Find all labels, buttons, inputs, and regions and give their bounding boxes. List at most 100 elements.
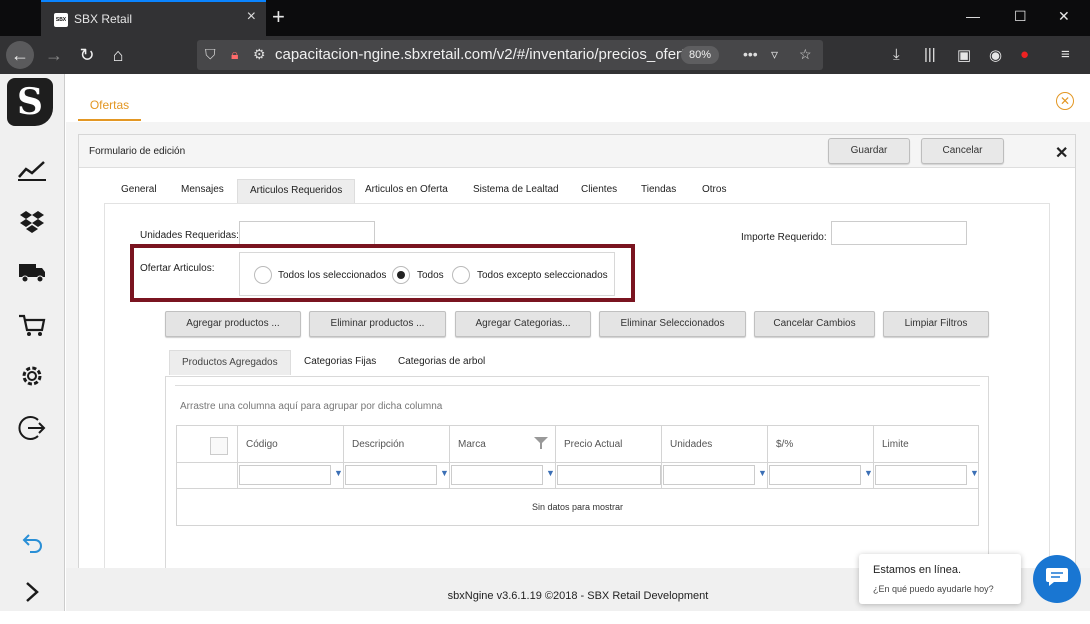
- browser-tab-title: SBX Retail: [74, 12, 133, 26]
- filter-input-unidades[interactable]: [663, 465, 755, 485]
- filter-input-limite[interactable]: [875, 465, 967, 485]
- select-all-checkbox[interactable]: [210, 437, 228, 455]
- settings-gear-icon[interactable]: [16, 360, 48, 392]
- column-header-unidades[interactable]: Unidades: [661, 426, 767, 462]
- delivery-truck-icon[interactable]: [16, 256, 48, 288]
- insecure-lock-icon[interactable]: 🔒︎: [231, 46, 238, 63]
- remove-selected-button[interactable]: Eliminar Seleccionados: [599, 311, 746, 337]
- undo-arrow-icon[interactable]: [16, 528, 48, 560]
- tab-articulos-en-oferta[interactable]: Articulos en Oferta: [365, 179, 448, 203]
- tab-general[interactable]: General: [121, 179, 157, 203]
- filter-icon[interactable]: ▼: [970, 468, 979, 478]
- chat-popup[interactable]: Estamos en línea. ¿En qué puedo ayudarle…: [859, 554, 1021, 604]
- filter-funnel-icon[interactable]: [534, 437, 548, 452]
- save-button[interactable]: Guardar: [828, 138, 910, 164]
- account-icon[interactable]: ◉: [989, 46, 1002, 64]
- filter-icon[interactable]: ▼: [758, 468, 767, 478]
- filter-input-descripcion[interactable]: [345, 465, 437, 485]
- column-header-porcentaje[interactable]: $/%: [767, 426, 873, 462]
- back-arrow-icon[interactable]: ←: [6, 41, 34, 69]
- tab-otros[interactable]: Otros: [702, 179, 726, 203]
- tab-clientes[interactable]: Clientes: [581, 179, 617, 203]
- shopping-cart-icon[interactable]: [16, 310, 48, 342]
- close-section-icon[interactable]: ✕: [1056, 92, 1074, 110]
- forward-arrow-icon[interactable]: →: [40, 41, 68, 69]
- new-tab-icon[interactable]: +: [272, 4, 285, 30]
- url-text[interactable]: capacitacion-ngine.sbxretail.com/v2/#/in…: [275, 46, 705, 63]
- chat-button[interactable]: [1033, 555, 1081, 603]
- filter-cell: ▼: [449, 463, 555, 488]
- bookmark-star-icon[interactable]: ☆: [799, 46, 812, 63]
- library-icon[interactable]: |||: [924, 46, 936, 63]
- filter-cell: ▼: [767, 463, 873, 488]
- cancel-changes-button[interactable]: Cancelar Cambios: [754, 311, 875, 337]
- permissions-icon[interactable]: ⚙: [253, 46, 266, 63]
- shield-icon[interactable]: ⛉: [205, 46, 216, 63]
- tab-mensajes[interactable]: Mensajes: [181, 179, 224, 203]
- column-header-codigo[interactable]: Código: [237, 426, 343, 462]
- column-label: Limite: [882, 439, 909, 450]
- sbx-favicon-icon: SBX: [54, 13, 68, 27]
- column-label: $/%: [776, 439, 794, 450]
- amount-required-input[interactable]: [831, 221, 967, 245]
- radio-label-todos-los-seleccionados: Todos los seleccionados: [278, 270, 387, 281]
- filter-icon[interactable]: ▼: [546, 468, 555, 478]
- cancel-button[interactable]: Cancelar: [921, 138, 1004, 164]
- download-icon[interactable]: ⤓: [893, 46, 900, 63]
- filter-input-porcentaje[interactable]: [769, 465, 861, 485]
- home-icon[interactable]: ⌂: [104, 41, 132, 69]
- tab-tiendas[interactable]: Tiendas: [641, 179, 676, 203]
- units-required-input[interactable]: [239, 221, 375, 245]
- group-by-hint: Arrastre una columna aquí para agrupar p…: [180, 401, 443, 412]
- subtab-productos-agregados[interactable]: Productos Agregados: [169, 350, 291, 375]
- radio-todos-excepto-seleccionados[interactable]: [452, 266, 470, 284]
- subtab-categorias-de-arbol[interactable]: Categorias de arbol: [398, 350, 485, 375]
- browser-tab[interactable]: SBX SBX Retail ×: [41, 0, 266, 36]
- column-label: Código: [246, 439, 278, 450]
- filter-row: ▼ ▼ ▼ ▼ ▼ ▼: [177, 463, 979, 489]
- dropbox-boxes-icon[interactable]: [16, 206, 48, 238]
- filter-icon[interactable]: ▼: [334, 468, 343, 478]
- extension-icon[interactable]: ●: [1020, 46, 1029, 63]
- remove-products-button[interactable]: Eliminar productos ...: [309, 311, 446, 337]
- filter-input-codigo[interactable]: [239, 465, 331, 485]
- column-header-precio-actual[interactable]: Precio Actual: [555, 426, 661, 462]
- logout-icon[interactable]: [16, 412, 48, 444]
- column-header-limite[interactable]: Limite: [873, 426, 979, 462]
- radio-todos[interactable]: [392, 266, 410, 284]
- minimize-window-icon[interactable]: —: [966, 8, 980, 24]
- add-categories-button[interactable]: Agregar Categorias...: [455, 311, 591, 337]
- page-actions-icon[interactable]: •••: [743, 46, 758, 62]
- close-tab-icon[interactable]: ×: [247, 8, 256, 26]
- close-panel-icon[interactable]: ✕: [1055, 143, 1068, 163]
- radio-todos-los-seleccionados[interactable]: [254, 266, 272, 284]
- pocket-icon[interactable]: ▿: [771, 46, 778, 63]
- column-header-marca[interactable]: Marca: [449, 426, 555, 462]
- chat-prompt: ¿En qué puedo ayudarle hoy?: [873, 584, 994, 594]
- clear-filters-button[interactable]: Limpiar Filtros: [883, 311, 989, 337]
- column-header-descripcion[interactable]: Descripción: [343, 426, 449, 462]
- address-bar[interactable]: ⛉ 🔒︎ ⚙ capacitacion-ngine.sbxretail.com/…: [197, 40, 823, 70]
- close-window-icon[interactable]: ✕: [1058, 8, 1070, 25]
- subtab-categorias-fijas[interactable]: Categorias Fijas: [304, 350, 376, 375]
- zoom-level[interactable]: 80%: [681, 46, 719, 64]
- filter-icon[interactable]: ▼: [864, 468, 873, 478]
- filter-input-marca[interactable]: [451, 465, 543, 485]
- tab-sistema-de-lealtad[interactable]: Sistema de Lealtad: [473, 179, 559, 203]
- sbx-logo[interactable]: S: [7, 78, 53, 126]
- filter-input-precio-actual[interactable]: [557, 465, 661, 485]
- expand-chevron-icon[interactable]: [16, 576, 48, 608]
- app-sidebar: S: [0, 74, 65, 611]
- tab-ofertas[interactable]: Ofertas: [78, 88, 141, 121]
- empty-table-message: Sin datos para mostrar: [531, 502, 624, 512]
- maximize-window-icon[interactable]: ☐: [1014, 8, 1027, 25]
- add-products-button[interactable]: Agregar productos ...: [165, 311, 301, 337]
- menu-icon[interactable]: ≡: [1061, 46, 1070, 63]
- filter-cell: [555, 463, 661, 488]
- tab-articulos-requeridos[interactable]: Articulos Requeridos: [237, 179, 356, 203]
- reload-icon[interactable]: ↻: [73, 41, 101, 69]
- analytics-chart-icon[interactable]: [16, 154, 48, 186]
- column-label: Descripción: [352, 439, 405, 450]
- sidebar-toggle-icon[interactable]: ▣: [957, 46, 971, 64]
- filter-icon[interactable]: ▼: [440, 468, 449, 478]
